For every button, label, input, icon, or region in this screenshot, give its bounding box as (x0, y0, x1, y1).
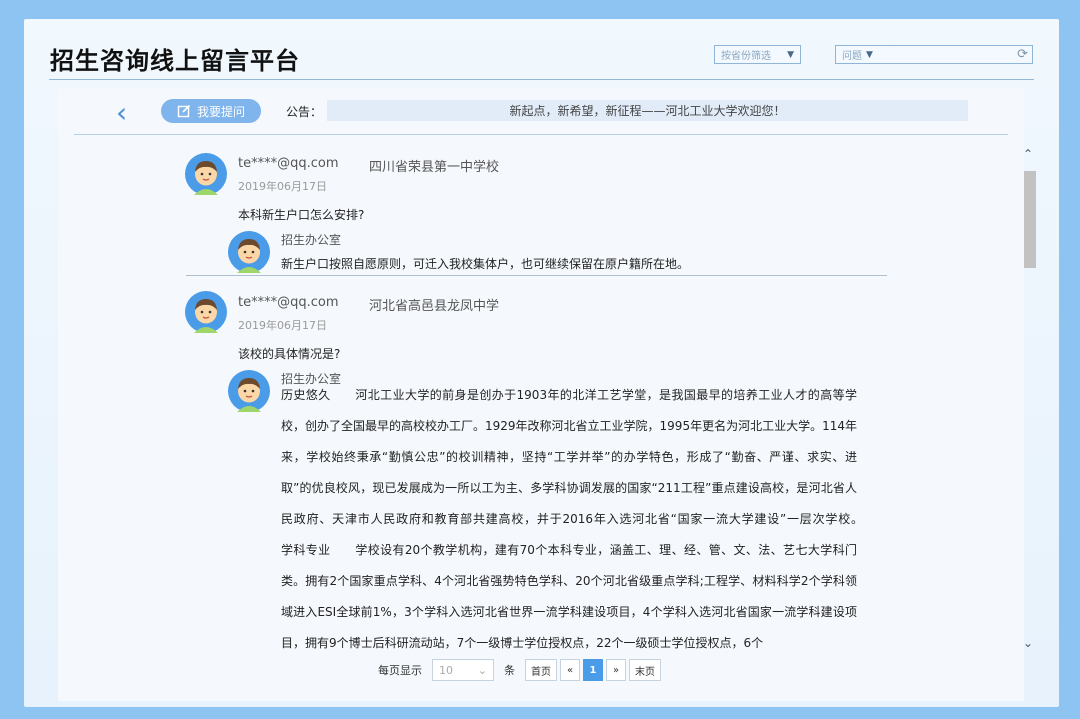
ask-question-button[interactable]: 我要提问 (161, 99, 261, 123)
scrollbar[interactable]: ⌃ ⌄ (1021, 145, 1036, 650)
scrollbar-thumb[interactable] (1024, 171, 1036, 268)
message-school: 四川省荣县第一中学校 (369, 160, 500, 175)
message-user: te****@qq.com (238, 295, 339, 310)
per-page-value: 10 (439, 663, 453, 677)
first-page-button[interactable]: 首页 (525, 659, 557, 681)
reply-text: 历史悠久 河北工业大学的前身是创办于1903年的北洋工艺学堂，是我国最早的培养工… (281, 388, 882, 650)
back-chevron-icon[interactable]: ‹ (116, 99, 127, 127)
message-list: te****@qq.com 四川省荣县第一中学校 2019年06月17日 本科新… (58, 145, 1003, 650)
refresh-icon[interactable]: ⟳ (1017, 47, 1028, 62)
per-page-label: 每页显示 (378, 664, 422, 677)
prev-page-button[interactable]: « (560, 659, 580, 681)
edit-icon (177, 104, 191, 118)
current-page-button[interactable]: 1 (583, 659, 603, 681)
toolbar-divider (74, 134, 1008, 135)
staff-avatar-icon (228, 370, 270, 412)
scroll-down-icon[interactable]: ⌄ (1021, 636, 1035, 650)
message-question: 该校的具体情况是? (238, 347, 341, 361)
reply-text: 新生户口按照自愿原则，可迁入我校集体户，也可继续保留在原户籍所在地。 (281, 257, 690, 271)
scroll-up-icon[interactable]: ⌃ (1021, 147, 1035, 161)
main-panel: 招生咨询线上留言平台 按省份筛选 ▼ 问题 ▼ ⟳ ‹ 我要提问 公告： 新起点… (24, 19, 1059, 707)
notice-label: 公告： (286, 105, 323, 119)
caret-down-icon: ▼ (787, 49, 794, 60)
notice-text: 新起点，新希望，新征程——河北工业大学欢迎您！ (509, 104, 786, 118)
province-filter-placeholder: 按省份筛选 (721, 51, 771, 62)
question-filter-placeholder: 问题 (842, 51, 862, 62)
next-page-button[interactable]: » (606, 659, 626, 681)
province-filter-select[interactable]: 按省份筛选 ▼ (714, 45, 801, 64)
pagination: 每页显示 10 ⌄ 条 首页 « 1 » 末页 (378, 658, 664, 682)
message-question: 本科新生户口怎么安排? (238, 208, 365, 222)
message-divider (186, 275, 887, 276)
ask-question-label: 我要提问 (196, 104, 245, 119)
reply-author: 招生办公室 (281, 233, 342, 247)
message-user: te****@qq.com (238, 156, 339, 171)
staff-avatar-icon (228, 231, 270, 273)
per-page-unit: 条 (504, 664, 515, 677)
message-date: 2019年06月17日 (238, 319, 327, 332)
chevron-down-icon: ⌄ (477, 663, 487, 677)
question-search-input[interactable]: 问题 ▼ ⟳ (835, 45, 1033, 64)
last-page-button[interactable]: 末页 (629, 659, 661, 681)
message-school: 河北省高邑县龙凤中学 (369, 299, 500, 314)
user-avatar-icon (185, 291, 227, 333)
content-area: ‹ 我要提问 公告： 新起点，新希望，新征程——河北工业大学欢迎您！ te***… (58, 89, 1036, 701)
site-title: 招生咨询线上留言平台 (50, 47, 300, 75)
caret-down-icon: ▼ (866, 49, 873, 60)
user-avatar-icon (185, 153, 227, 195)
message-date: 2019年06月17日 (238, 180, 327, 193)
per-page-select[interactable]: 10 ⌄ (432, 659, 494, 681)
notice-bar: 新起点，新希望，新征程——河北工业大学欢迎您！ (327, 100, 968, 121)
header-divider (49, 79, 1034, 80)
